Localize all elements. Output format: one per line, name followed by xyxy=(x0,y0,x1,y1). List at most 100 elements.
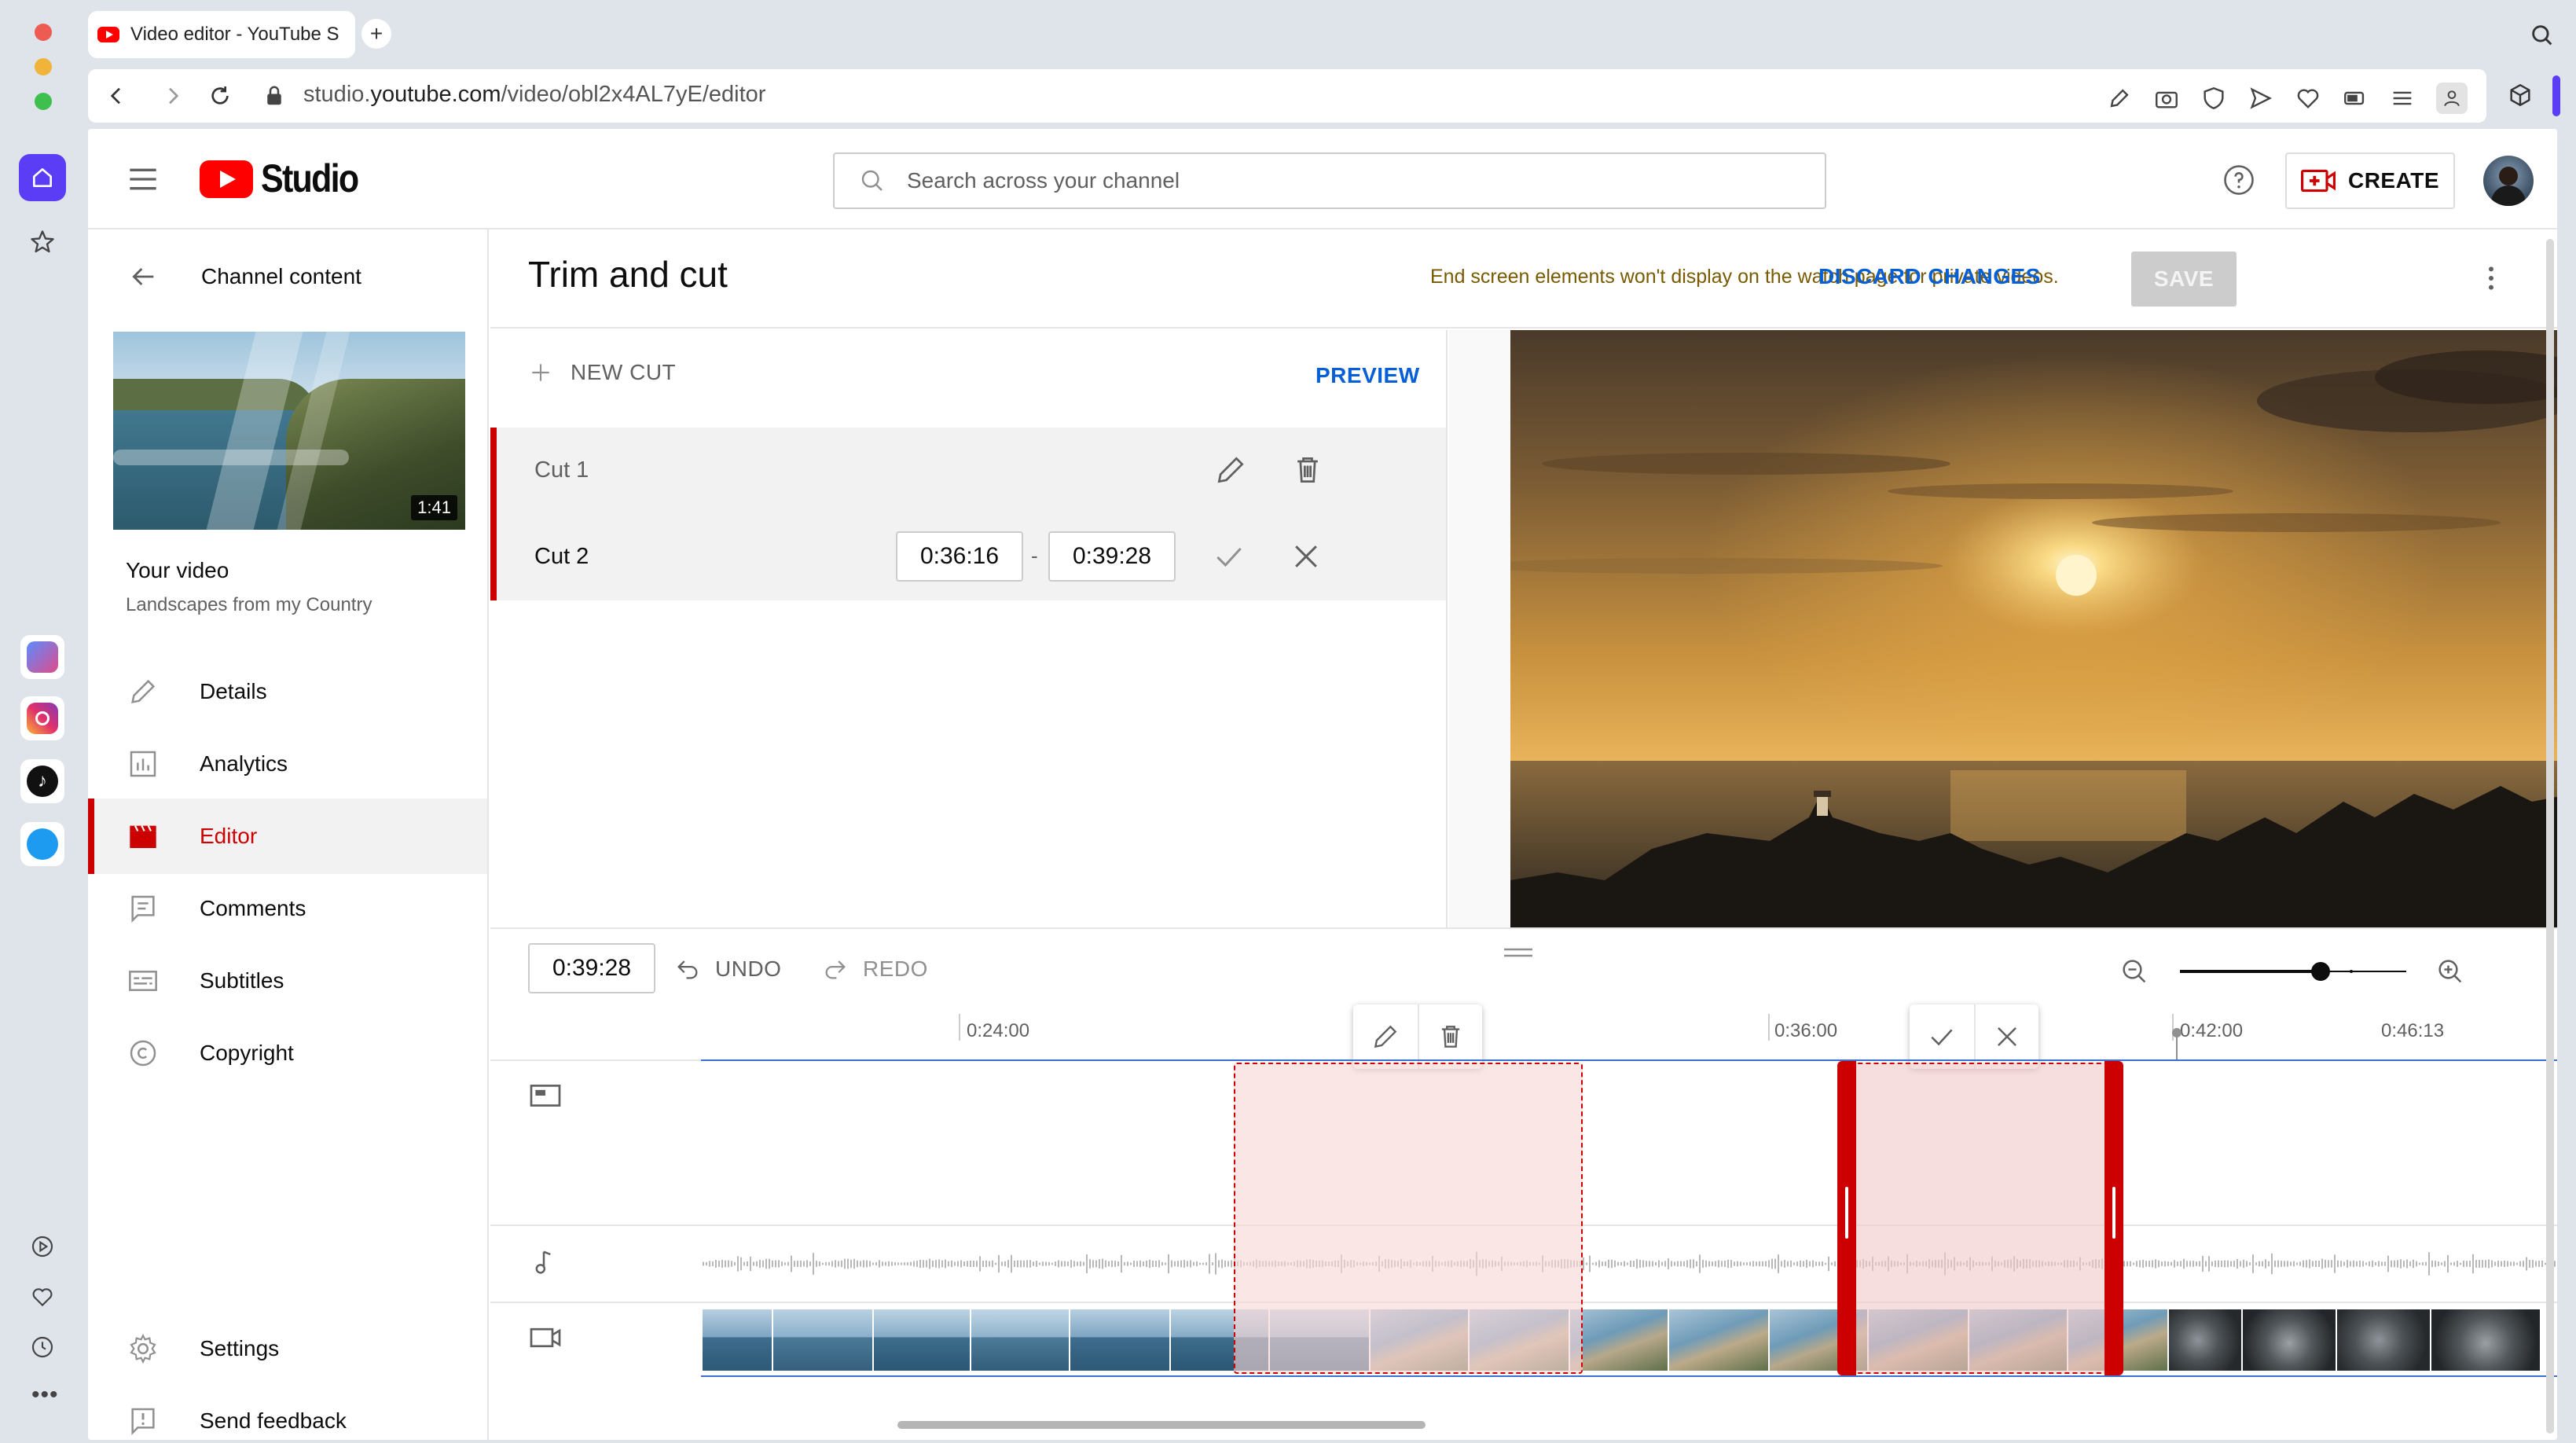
more-icon[interactable]: ••• xyxy=(31,1382,59,1408)
cut-end-time-input[interactable]: 0:39:28 xyxy=(1048,531,1176,582)
waveform-bar xyxy=(1105,1261,1106,1268)
timeline-bottom-line xyxy=(701,1375,2557,1377)
ruler-label: 0:24:00 xyxy=(967,1020,1029,1042)
waveform-bar xyxy=(1705,1261,1707,1267)
video-player[interactable] xyxy=(1510,330,2557,927)
browser-search-icon[interactable] xyxy=(2529,22,2556,49)
waveform-bar xyxy=(1212,1262,1213,1265)
waveform-bar xyxy=(872,1262,874,1265)
waveform-bar xyxy=(2340,1261,2342,1267)
waveform-bar xyxy=(2428,1252,2430,1275)
new-tab-button[interactable]: + xyxy=(361,19,391,49)
instagram-icon[interactable] xyxy=(20,696,64,740)
battery-icon[interactable] xyxy=(2342,85,2369,112)
maximize-window-button[interactable] xyxy=(35,93,52,110)
forward-nav-icon[interactable] xyxy=(160,83,185,108)
redo-button[interactable]: REDO xyxy=(822,956,928,982)
channel-content-link[interactable]: Channel content xyxy=(201,264,361,289)
waveform-bar xyxy=(797,1261,798,1267)
confirm-cut-icon[interactable] xyxy=(1212,539,1246,574)
sidebar-item-copyright[interactable]: Copyright xyxy=(88,1015,487,1091)
undo-button[interactable]: UNDO xyxy=(674,956,781,982)
cut-row-2[interactable]: Cut 2 0:36:16 - 0:39:28 xyxy=(490,514,1446,600)
cut-2-end-handle[interactable] xyxy=(2104,1061,2123,1375)
waveform-bar xyxy=(985,1261,987,1268)
page-scrollbar[interactable] xyxy=(2546,239,2554,1434)
sidebar-toggle[interactable] xyxy=(2552,75,2560,116)
waveform-bar xyxy=(2469,1261,2471,1267)
browser-tab[interactable]: Video editor - YouTube S xyxy=(88,11,355,58)
timeline-scrollbar[interactable] xyxy=(897,1421,1426,1429)
profile-icon[interactable] xyxy=(2436,83,2468,114)
discard-changes-button[interactable]: DISCARD CHANGES xyxy=(1818,264,2041,289)
video-thumbnail[interactable]: 1:41 xyxy=(113,332,465,530)
cut-start-time-input[interactable]: 0:36:16 xyxy=(896,531,1023,582)
back-arrow-icon[interactable] xyxy=(127,261,159,292)
minimize-window-button[interactable] xyxy=(35,58,52,75)
star-icon[interactable] xyxy=(28,228,57,256)
create-button[interactable]: CREATE xyxy=(2285,152,2455,209)
cut-2-start-handle[interactable] xyxy=(1837,1061,1856,1375)
app-store-icon[interactable] xyxy=(20,635,64,679)
waveform-bar xyxy=(2268,1261,2270,1267)
cut-row-1[interactable]: Cut 1 xyxy=(490,428,1446,514)
studio-logo-text[interactable]: Studio xyxy=(261,156,358,201)
play-circle-icon[interactable] xyxy=(30,1234,55,1259)
waveform-bar xyxy=(1664,1261,1666,1266)
cut-2-region[interactable] xyxy=(1842,1063,2117,1374)
back-nav-icon[interactable] xyxy=(104,83,129,108)
waveform-bar xyxy=(1073,1261,1075,1266)
list-icon[interactable] xyxy=(2389,85,2416,112)
youtube-logo-icon[interactable] xyxy=(200,160,253,198)
tiktok-icon[interactable]: ♪ xyxy=(20,759,64,803)
close-window-button[interactable] xyxy=(35,24,52,41)
url-text[interactable]: studio.youtube.com/video/obl2x4AL7yE/edi… xyxy=(303,82,765,108)
zoom-in-icon[interactable] xyxy=(2435,956,2466,987)
waveform-bar xyxy=(1627,1262,1628,1265)
history-icon[interactable] xyxy=(30,1335,55,1360)
avatar[interactable] xyxy=(2483,156,2534,206)
home-icon[interactable] xyxy=(19,154,66,201)
current-time-input[interactable]: 0:39:28 xyxy=(528,943,655,993)
waveform-bar xyxy=(1121,1255,1122,1272)
sidebar-item-details[interactable]: Details xyxy=(88,654,487,729)
hamburger-menu-icon[interactable] xyxy=(127,165,159,193)
waveform-bar xyxy=(2174,1260,2175,1268)
cancel-cut-icon[interactable] xyxy=(1289,539,1323,574)
audio-track-icon xyxy=(528,1247,560,1278)
delete-cut-icon[interactable] xyxy=(1290,453,1325,487)
sidebar-item-editor[interactable]: Editor xyxy=(88,799,487,874)
preview-button[interactable]: PREVIEW xyxy=(1316,363,1420,388)
zoom-slider[interactable] xyxy=(2180,960,2406,982)
edit-extension-icon[interactable] xyxy=(2106,85,2133,112)
sidebar-item-feedback[interactable]: Send feedback xyxy=(88,1383,487,1440)
waveform-bar xyxy=(838,1261,839,1267)
reload-icon[interactable] xyxy=(207,83,233,108)
shield-icon[interactable] xyxy=(2200,85,2227,112)
cut-1-region[interactable] xyxy=(1234,1063,1583,1374)
favorite-icon[interactable] xyxy=(2295,85,2321,112)
drag-handle-icon[interactable] xyxy=(1503,946,1534,960)
waveform-bar xyxy=(2337,1261,2339,1268)
search-input[interactable]: Search across your channel xyxy=(833,152,1826,209)
cube-extension-icon[interactable] xyxy=(2507,82,2534,108)
zoom-thumb[interactable] xyxy=(2311,962,2330,981)
waveform-bar xyxy=(2196,1261,2197,1266)
address-bar[interactable]: studio.youtube.com/video/obl2x4AL7yE/edi… xyxy=(88,69,2486,123)
sidebar-item-subtitles[interactable]: Subtitles xyxy=(88,943,487,1019)
sidebar-item-settings[interactable]: Settings xyxy=(88,1311,487,1386)
twitter-icon[interactable] xyxy=(20,822,64,866)
help-icon[interactable] xyxy=(2222,163,2255,196)
edit-cut-icon[interactable] xyxy=(1213,453,1248,487)
waveform-bar xyxy=(1048,1262,1050,1265)
heart-icon[interactable] xyxy=(30,1284,55,1309)
new-cut-button[interactable]: NEW CUT xyxy=(528,360,676,385)
camera-icon[interactable] xyxy=(2153,85,2180,112)
save-button[interactable]: SAVE xyxy=(2131,252,2237,307)
more-options-icon[interactable] xyxy=(2475,263,2507,294)
sidebar-item-analytics[interactable]: Analytics xyxy=(88,726,487,802)
zoom-out-icon[interactable] xyxy=(2119,956,2150,987)
waveform-bar xyxy=(2491,1261,2493,1268)
sidebar-item-comments[interactable]: Comments xyxy=(88,871,487,946)
send-icon[interactable] xyxy=(2248,85,2274,112)
